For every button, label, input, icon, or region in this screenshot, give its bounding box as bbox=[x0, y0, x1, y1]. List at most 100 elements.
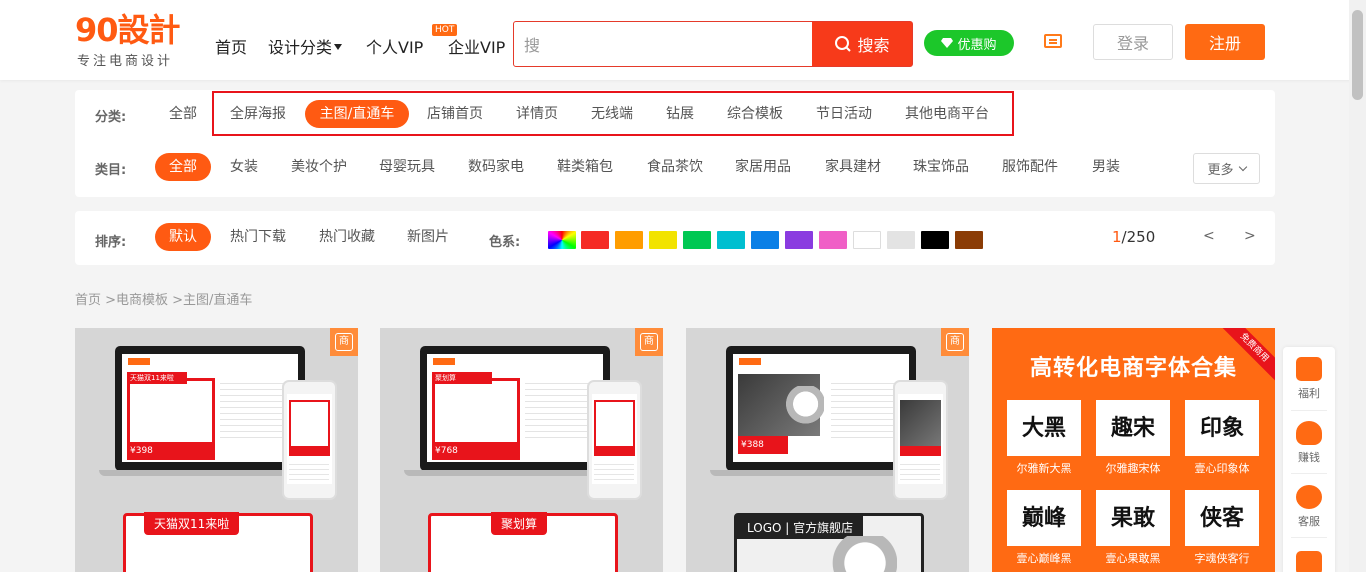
phone-mockup bbox=[282, 380, 337, 500]
message-icon[interactable] bbox=[1044, 34, 1062, 48]
font-caption: 壹心巅峰黑 bbox=[1016, 552, 1072, 565]
phone-details bbox=[900, 460, 940, 482]
prev-page-button[interactable]: < bbox=[1203, 228, 1215, 244]
sidebar-item-earn[interactable]: 赚钱 bbox=[1283, 413, 1335, 467]
search-button-label: 搜索 bbox=[857, 36, 890, 55]
search-input[interactable] bbox=[524, 22, 804, 66]
color-swatch[interactable] bbox=[717, 231, 745, 249]
font-sample: 大黑 bbox=[1007, 400, 1081, 456]
phone-price bbox=[289, 446, 330, 456]
color-swatch[interactable] bbox=[615, 231, 643, 249]
color-swatch[interactable] bbox=[887, 231, 915, 249]
color-swatch[interactable] bbox=[819, 231, 847, 249]
sort-chip[interactable]: 热门收藏 bbox=[311, 223, 383, 251]
phone-screen bbox=[898, 394, 943, 484]
font-caption: 字魂侠客行 bbox=[1194, 552, 1250, 565]
product-image bbox=[738, 374, 824, 436]
logo-mark: 90設計 bbox=[75, 11, 181, 49]
sidebar-item-welfare[interactable]: 福利 bbox=[1283, 349, 1335, 403]
type-chip[interactable]: 女装 bbox=[221, 153, 267, 181]
commercial-badge-label: 商 bbox=[335, 333, 353, 351]
page-indicator: 1/250 bbox=[1112, 228, 1155, 246]
type-chip[interactable]: 家具建材 bbox=[817, 153, 889, 181]
template-card[interactable]: 商 天猫双11来啦 ¥398 天猫双11来啦 bbox=[75, 328, 358, 572]
mockup-logo bbox=[128, 358, 150, 365]
type-chip[interactable]: 服饰配件 bbox=[994, 153, 1066, 181]
search-button[interactable]: 搜索 bbox=[812, 22, 912, 66]
type-chip[interactable]: 数码家电 bbox=[460, 153, 532, 181]
next-page-button[interactable]: > bbox=[1244, 228, 1256, 244]
promo-title: 高转化电商字体合集 bbox=[1029, 356, 1237, 381]
type-chip[interactable]: 母婴玩具 bbox=[371, 153, 443, 181]
spray-gun-image bbox=[778, 386, 824, 426]
swatch-rainbow[interactable] bbox=[548, 231, 576, 249]
phone-price bbox=[594, 446, 635, 456]
nav-enterprise-vip[interactable]: 企业VIP bbox=[448, 34, 505, 58]
font-sample: 果敢 bbox=[1096, 490, 1170, 546]
font-sample: 趣宋 bbox=[1096, 400, 1170, 456]
commercial-badge: 商 bbox=[635, 328, 663, 356]
sort-chip[interactable]: 热门下载 bbox=[222, 223, 294, 251]
laptop-screen: 天猫双11来啦 ¥398 bbox=[122, 354, 298, 462]
sidebar-divider bbox=[1291, 410, 1327, 411]
page-total: /250 bbox=[1121, 228, 1156, 246]
type-chip[interactable]: 家居用品 bbox=[727, 153, 799, 181]
type-chip[interactable]: 鞋类箱包 bbox=[549, 153, 621, 181]
nav-categories[interactable]: 设计分类 bbox=[268, 34, 343, 58]
laptop-mockup: 聚划算 ¥768 bbox=[420, 346, 610, 471]
color-swatch[interactable] bbox=[955, 231, 983, 249]
category-chip[interactable]: 全部 bbox=[155, 100, 211, 128]
gift-icon bbox=[1296, 357, 1322, 381]
type-chip[interactable]: 美妆个护 bbox=[283, 153, 355, 181]
site-logo[interactable]: 90設計 专注电商设计 bbox=[75, 11, 190, 69]
color-swatch[interactable] bbox=[649, 231, 677, 249]
template-preview: 天猫双11来啦 bbox=[123, 512, 313, 572]
search-icon bbox=[835, 36, 852, 52]
type-chip[interactable]: 食品茶饮 bbox=[639, 153, 711, 181]
nav-personal-vip[interactable]: 个人VIP bbox=[366, 34, 423, 58]
sort-chip-active[interactable]: 默认 bbox=[155, 223, 211, 251]
color-swatch[interactable] bbox=[853, 231, 881, 249]
type-chip[interactable]: 男装 bbox=[1083, 153, 1129, 181]
phone-screen bbox=[287, 394, 332, 484]
sort-chip[interactable]: 新图片 bbox=[400, 223, 456, 251]
register-button[interactable]: 注册 bbox=[1185, 24, 1265, 60]
type-label: 类目: bbox=[95, 163, 127, 178]
laptop-mockup: 天猫双11来啦 ¥398 bbox=[115, 346, 305, 471]
color-swatch[interactable] bbox=[921, 231, 949, 249]
nav-home[interactable]: 首页 bbox=[215, 34, 247, 58]
phone-price bbox=[900, 446, 941, 456]
font-caption: 壹心印象体 bbox=[1194, 462, 1250, 475]
coupon-button[interactable]: 优惠购 bbox=[924, 30, 1014, 56]
commercial-badge-label: 商 bbox=[640, 333, 658, 351]
template-card[interactable]: 商 ¥388 LOGO | 官方旗舰店 bbox=[686, 328, 969, 572]
more-button[interactable]: 更多 bbox=[1193, 153, 1260, 184]
color-swatch[interactable] bbox=[785, 231, 813, 249]
laptop-screen: 聚划算 ¥768 bbox=[427, 354, 603, 462]
type-chip-active[interactable]: 全部 bbox=[155, 153, 211, 181]
color-swatch[interactable] bbox=[581, 231, 609, 249]
font-sample: 侠客 bbox=[1185, 490, 1259, 546]
sidebar-item-label: 赚钱 bbox=[1298, 451, 1320, 464]
color-swatch[interactable] bbox=[683, 231, 711, 249]
font-caption: 尔雅新大黑 bbox=[1016, 462, 1072, 475]
color-swatch[interactable] bbox=[751, 231, 779, 249]
sidebar-divider bbox=[1291, 473, 1327, 474]
template-card[interactable]: 商 聚划算 ¥768 聚划算 bbox=[380, 328, 663, 572]
login-button[interactable]: 登录 bbox=[1093, 24, 1173, 60]
template-preview: LOGO | 官方旗舰店 bbox=[734, 513, 924, 572]
type-chip[interactable]: 珠宝饰品 bbox=[905, 153, 977, 181]
phone-frame bbox=[289, 400, 330, 450]
font-promo-card[interactable]: 免费商用 高转化电商字体合集 大黑 尔雅新大黑 趣宋 尔雅趣宋体 印象 壹心印象… bbox=[992, 328, 1275, 572]
feedback-icon[interactable] bbox=[1296, 551, 1322, 572]
sort-label: 排序: bbox=[95, 235, 127, 250]
top-header: 90設計 专注电商设计 首页 设计分类 个人VIP HOT 企业VIP 搜索 优… bbox=[0, 0, 1366, 80]
commercial-badge-label: 商 bbox=[946, 333, 964, 351]
preview-tag: 天猫双11来啦 bbox=[144, 512, 240, 535]
scrollbar-thumb[interactable] bbox=[1352, 10, 1363, 100]
breadcrumb[interactable]: 首页 >电商模板 >主图/直通车 bbox=[75, 289, 252, 308]
sidebar-item-support[interactable]: 客服 bbox=[1283, 477, 1335, 531]
floating-sidebar: 福利 赚钱 客服 bbox=[1283, 347, 1335, 572]
mockup-tag: 聚划算 bbox=[432, 372, 492, 384]
logo-tagline: 专注电商设计 bbox=[77, 54, 174, 69]
